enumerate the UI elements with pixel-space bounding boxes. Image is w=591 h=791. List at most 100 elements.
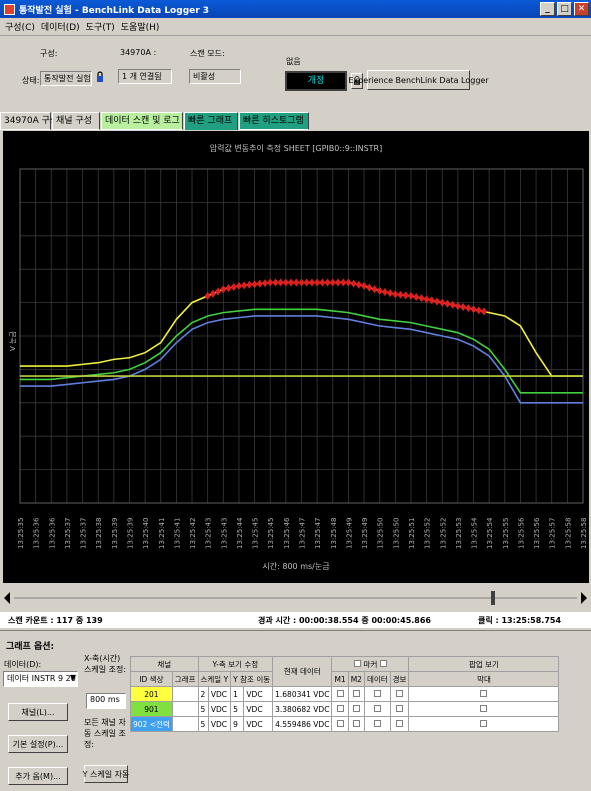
graph-cell[interactable] (171, 686, 199, 702)
scale-cell[interactable]: 5 (197, 701, 209, 717)
tab-channel-config[interactable]: 채널 구성 (52, 112, 100, 130)
scan-mode-field: 비활성 (189, 69, 241, 84)
elapsed-time: 경과 시간 : 00:00:38.554 중 00:00:45.866 (258, 616, 431, 625)
data-marker (387, 289, 394, 298)
maximize-button[interactable]: □ (557, 2, 572, 16)
data-checkbox[interactable] (373, 719, 381, 727)
m2-checkbox[interactable] (352, 704, 360, 712)
menu-help[interactable]: 도움말(H) (118, 20, 163, 33)
x-axis-label: 시간: 800 ms/눈금 (262, 561, 329, 571)
x-tick-label: 13:25:58 (564, 518, 572, 549)
graph-options-panel: 그래프 옵션: 데이터(D): 데이터 INSTR 9 2012-02- ▼ 채… (0, 630, 591, 791)
table-row[interactable]: 901 5 VDC 5 VDC 3.380682 VDC (130, 701, 560, 717)
scale-unit: VDC (207, 686, 232, 702)
tab-quick-histogram[interactable]: 빠른 히스토그램 (239, 112, 309, 130)
x-tick-label: 13:25:56 (517, 517, 525, 549)
x-tick-label: 13:25:43 (205, 518, 213, 549)
channel-group-header: 채널 (130, 656, 199, 672)
scan-count: 스캔 카운트 : 117 중 139 (8, 616, 103, 625)
bar-checkbox[interactable] (480, 719, 488, 727)
ref-cell[interactable]: 5 (230, 701, 245, 717)
time-scrollbar[interactable] (0, 585, 591, 611)
alarm-checkbox[interactable] (396, 689, 404, 697)
data-marker (397, 290, 404, 299)
table-row[interactable]: 201 2 VDC 1 VDC 1.680341 VDC (130, 686, 560, 702)
bar-checkbox[interactable] (480, 704, 488, 712)
minimize-button[interactable]: _ (540, 2, 555, 16)
col-ref: Y 참조 이동 (230, 671, 274, 687)
channel-id[interactable]: 902 <전력 (130, 716, 173, 732)
bar-checkbox[interactable] (480, 689, 488, 697)
data-group-header: 현재 데이터 (272, 656, 333, 687)
data-marker (272, 278, 279, 287)
data-marker (220, 285, 227, 294)
close-button[interactable]: ✕ (574, 2, 589, 16)
marker-checkbox[interactable] (354, 659, 362, 667)
data-marker (225, 284, 232, 293)
data-checkbox[interactable] (373, 704, 381, 712)
graph-cell[interactable] (171, 716, 199, 732)
scan-mode-label: 스캔 모드: (190, 49, 225, 58)
graph-cell[interactable] (171, 701, 199, 717)
data-marker (241, 281, 248, 290)
experience-button[interactable]: Experience BenchLink Data Logger (348, 70, 489, 90)
x-tick-label: 13:25:47 (299, 518, 307, 549)
ref-unit: VDC (243, 686, 274, 702)
ref-cell[interactable]: 9 (230, 716, 245, 732)
m2-checkbox[interactable] (352, 719, 360, 727)
alarm-checkbox[interactable] (396, 719, 404, 727)
app-icon (4, 3, 15, 15)
m2-checkbox[interactable] (352, 689, 360, 697)
x-tick-label: 13:25:45 (252, 518, 260, 549)
tab-quick-graph[interactable]: 빠른 그래프 (184, 112, 238, 130)
data-marker (267, 278, 274, 287)
data-marker (449, 300, 456, 309)
scale-cell[interactable]: 2 (197, 686, 209, 702)
x-tick-label: 13:25:40 (142, 518, 150, 549)
alarm-checkbox[interactable] (396, 704, 404, 712)
ref-cell[interactable]: 1 (230, 686, 245, 702)
col-graph: 그래프 (171, 671, 199, 687)
x-tick-label: 13:25:55 (502, 518, 510, 549)
menu-data[interactable]: 데이터(D) (38, 20, 83, 33)
default-settings-button[interactable]: 기본 설정(P)... (8, 735, 68, 753)
data-select[interactable]: 데이터 INSTR 9 2012-02- ▼ (3, 671, 78, 687)
channel-button[interactable]: 채널(L)... (8, 703, 68, 721)
x-tick-label: 13:25:37 (80, 518, 88, 549)
data-marker (230, 283, 237, 292)
lock-icon (97, 71, 103, 82)
data-marker (350, 279, 357, 288)
menu-tools[interactable]: 도구(T) (83, 20, 118, 33)
data-marker (371, 285, 378, 294)
table-row[interactable]: 902 <전력 5 VDC 9 VDC 4.559486 VDC (130, 716, 560, 732)
channel-id[interactable]: 201 (130, 686, 173, 702)
add-options-button[interactable]: 추가 옵(M)... (8, 767, 68, 785)
m1-checkbox[interactable] (336, 719, 344, 727)
instrument-field: 1 개 연결됨 (118, 69, 172, 84)
data-checkbox[interactable] (373, 689, 381, 697)
m1-checkbox[interactable] (336, 704, 344, 712)
chart-title: 압력값 변동추이 측정 SHEET [GPIB0::9::INSTR] (210, 143, 382, 153)
data-marker (345, 278, 352, 287)
y-autoscale-button[interactable]: Y 스케일 자동 (83, 765, 129, 783)
tab-34970a-config[interactable]: 34970A 구성 (0, 112, 58, 130)
channel-id[interactable]: 901 (130, 701, 173, 717)
xaxis-scale-input[interactable]: 800 ms (86, 693, 126, 709)
x-tick-label: 13:25:54 (486, 517, 494, 549)
m1-checkbox[interactable] (336, 689, 344, 697)
x-tick-label: 13:25:49 (361, 518, 369, 549)
x-tick-label: 13:25:38 (95, 518, 103, 549)
marker-checkbox-2[interactable] (379, 659, 387, 667)
scale-cell[interactable]: 5 (197, 716, 209, 732)
data-marker (439, 298, 446, 307)
line-chart: 압력값 변동추이 측정 SHEET [GPIB0::9::INSTR] V 눈금… (9, 143, 588, 571)
x-tick-label: 13:25:58 (580, 518, 588, 549)
tab-data-scan[interactable]: 데이터 스캔 및 로그 (101, 112, 183, 130)
ref-unit: VDC (243, 701, 274, 717)
tab-label: 34970A 구성 (4, 116, 59, 126)
tab-label: 빠른 그래프 (188, 116, 233, 126)
data-marker (293, 278, 300, 287)
config-panel: 구성: 상태: 통작발전 실험 34970A : 1 개 연결됨 스캔 모드: … (0, 37, 591, 107)
menu-config[interactable]: 구성(C) (2, 20, 38, 33)
x-tick-label: 13:25:49 (345, 518, 353, 549)
